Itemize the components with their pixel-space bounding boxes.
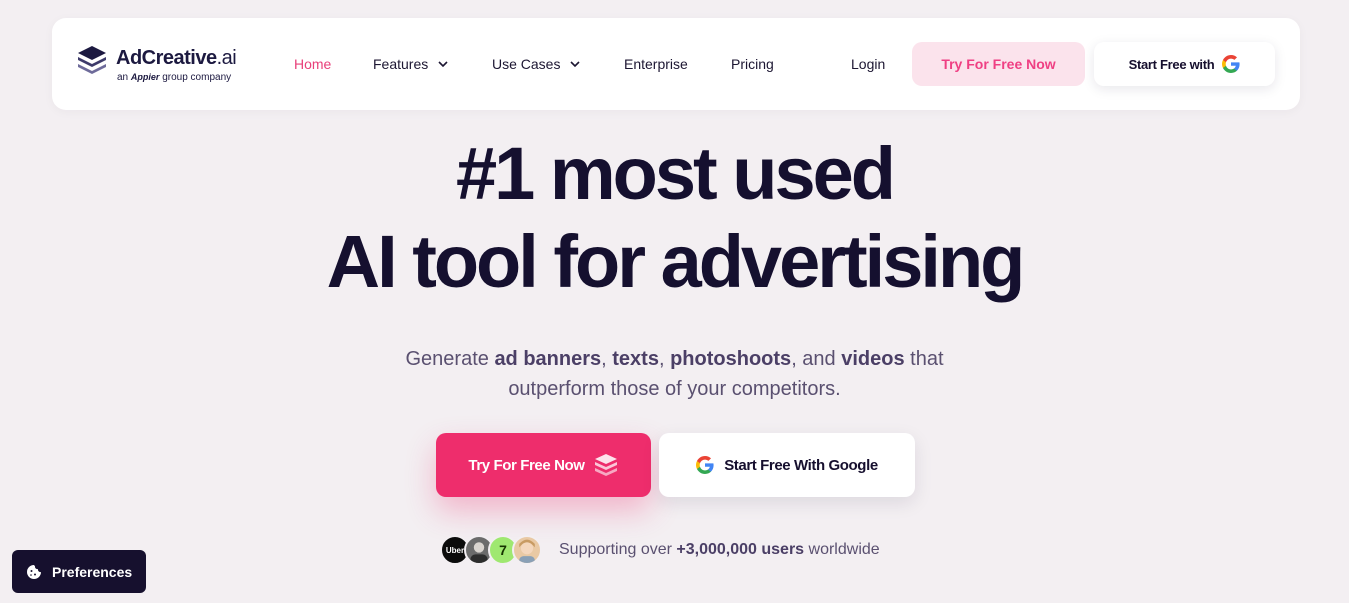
customer-avatars: Uber 7 xyxy=(440,535,550,565)
top-navbar: AdCreative.ai an Appier group company Ho… xyxy=(52,18,1300,110)
login-link[interactable]: Login xyxy=(851,56,885,72)
hero-headline-line1: #1 most used xyxy=(456,132,896,215)
stack-cube-icon xyxy=(594,454,617,476)
hero-subtitle-line1: Generate ad banners, texts, photoshoots,… xyxy=(405,348,944,370)
logo-tagline: an Appier group company xyxy=(117,72,232,83)
layers-logo-icon xyxy=(78,46,106,74)
start-free-google-nav-button[interactable]: Start Free with xyxy=(1094,42,1275,86)
start-free-google-button[interactable]: Start Free With Google xyxy=(659,433,915,497)
try-free-nav-button[interactable]: Try For Free Now xyxy=(912,42,1085,86)
chevron-down-icon xyxy=(438,61,448,68)
hero-headline-line2: AI tool for advertising xyxy=(326,220,1026,303)
nav-use-cases[interactable]: Use Cases xyxy=(492,56,581,72)
google-icon xyxy=(696,456,714,474)
nav-enterprise[interactable]: Enterprise xyxy=(624,56,688,72)
nav-features[interactable]: Features xyxy=(373,56,448,72)
person-avatar-2 xyxy=(512,535,542,565)
chevron-down-icon xyxy=(570,61,581,68)
nav-home[interactable]: Home xyxy=(294,56,331,72)
social-proof-text: Supporting over +3,000,000 users worldwi… xyxy=(559,541,880,558)
cookie-icon xyxy=(27,564,41,579)
google-icon xyxy=(1222,55,1240,73)
nav-pricing[interactable]: Pricing xyxy=(731,56,774,72)
hero-subtitle-line2: outperform those of your competitors. xyxy=(508,378,841,400)
logo-wordmark: AdCreative.ai xyxy=(116,47,237,69)
try-free-button[interactable]: Try For Free Now xyxy=(436,433,651,497)
cookie-preferences-button[interactable]: Preferences xyxy=(12,550,146,593)
